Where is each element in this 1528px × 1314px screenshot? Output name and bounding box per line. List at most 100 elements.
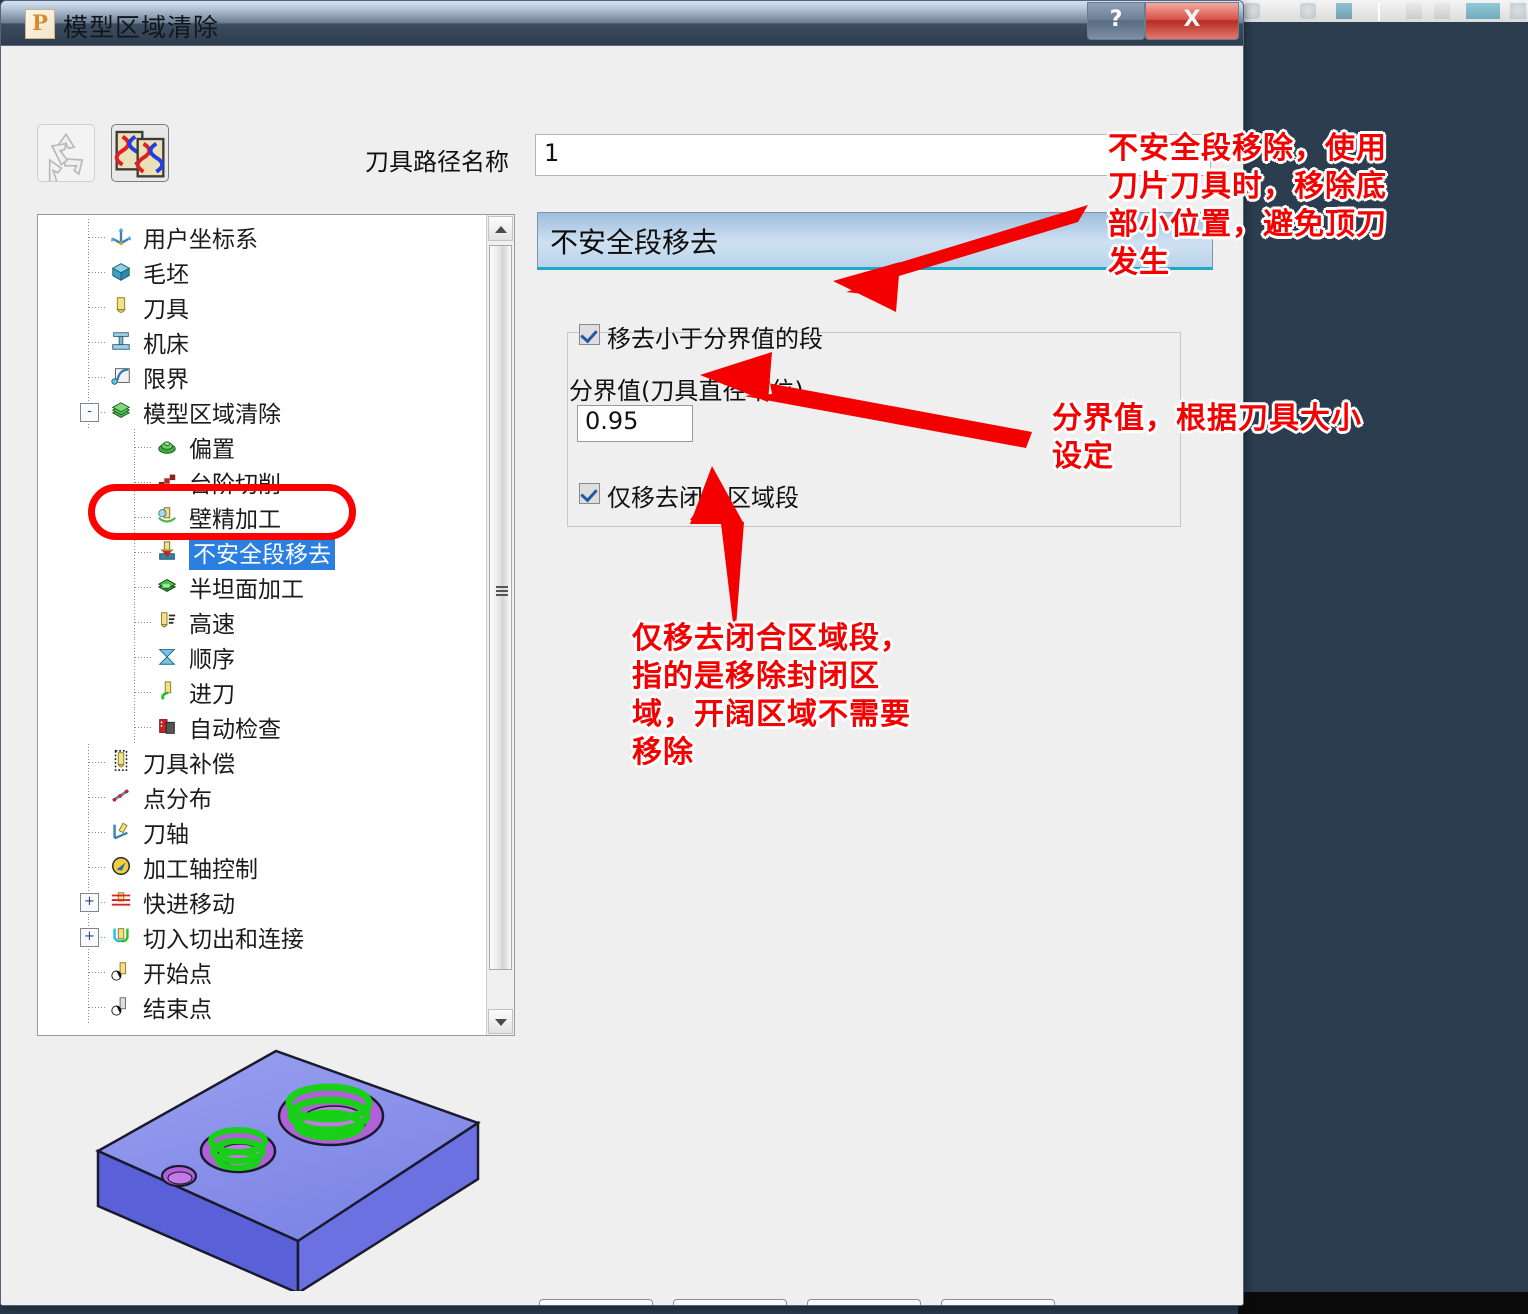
model-area-clearance-dialog: P 模型区域清除 ? X 刀具路径名称 1 用户坐标系 毛坯 刀具 机床 限界 … (0, 0, 1244, 1306)
tree-item-10[interactable]: 半坦面加工 (38, 569, 490, 604)
tree-branch-line (89, 971, 107, 973)
expand-icon[interactable]: + (80, 892, 99, 912)
recycle-icon[interactable] (37, 124, 95, 185)
scroll-up-arrow-icon[interactable] (488, 216, 513, 241)
tree-item-label: 点分布 (143, 786, 212, 813)
toolbar-icon-5[interactable] (1434, 3, 1450, 19)
tree-item-0[interactable]: 用户坐标系 (38, 219, 490, 254)
tree-item-1[interactable]: 毛坯 (38, 254, 490, 289)
tree-scrollbar[interactable] (486, 215, 514, 1035)
point-distribution-icon (108, 785, 136, 809)
highlight-box-unsafe-segment (88, 484, 356, 540)
limit-icon (108, 365, 136, 389)
tree-item-12[interactable]: 顺序 (38, 639, 490, 674)
remove-below-threshold-label: 移去小于分界值的段 (607, 325, 823, 353)
toolbar-icon-4[interactable] (1406, 3, 1422, 19)
tree-item-label: 结束点 (143, 996, 212, 1023)
tree-item-2[interactable]: 刀具 (38, 289, 490, 324)
scrollbar-thumb[interactable] (489, 245, 512, 970)
toolbar-separator (1378, 3, 1380, 21)
tree-item-11[interactable]: 高速 (38, 604, 490, 639)
page-header-title: 不安全段移去 (550, 226, 719, 259)
start-point-icon (108, 960, 136, 984)
app-toolbar (1238, 0, 1528, 23)
tree-item-label: 自动检查 (189, 716, 281, 743)
end-point-icon (108, 995, 136, 1019)
toolbar-icon-6[interactable] (1466, 3, 1500, 19)
tool-axis-icon (108, 820, 136, 844)
close-button[interactable]: X (1145, 2, 1239, 40)
toolbar-icon-1[interactable] (1244, 3, 1260, 19)
collapse-icon[interactable]: - (80, 402, 99, 422)
tree-branch-line (89, 796, 107, 798)
unsafe-segment-icon (154, 540, 182, 564)
tree-item-6[interactable]: 偏置 (38, 429, 490, 464)
tree-branch-line (135, 586, 153, 588)
tree-item-5[interactable]: - 模型区域清除 (38, 394, 490, 429)
tree-branch-line (89, 376, 107, 378)
toolbar-icon-3[interactable] (1336, 3, 1352, 19)
toolpath-strategies-glyph (114, 130, 165, 178)
tree-item-label: 开始点 (143, 961, 212, 988)
expand-icon[interactable]: + (80, 927, 99, 947)
tree-item-20[interactable]: + 切入切出和连接 (38, 919, 490, 954)
queue-button[interactable]: 队列 (673, 1299, 787, 1305)
threshold-input[interactable]: 0.95 (577, 405, 693, 442)
tree-item-label: 快进移动 (143, 891, 235, 918)
scroll-down-arrow-icon[interactable] (488, 1009, 513, 1034)
tree-item-14[interactable]: 自动检查 (38, 709, 490, 744)
tree-item-15[interactable]: 刀具补偿 (38, 744, 490, 779)
tree-item-label: 刀具 (143, 296, 189, 323)
recycle-icon-glyph (48, 132, 84, 185)
cancel-button[interactable]: 取消 (941, 1299, 1055, 1305)
annotation-top-right: 不安全段移除，使用刀片刀具时，移除底部小位置，避免顶刀发生 (1108, 131, 1387, 280)
remove-closed-areas-checkbox[interactable] (579, 483, 600, 504)
settings-tree: 用户坐标系 毛坯 刀具 机床 限界 - 模型区域清除 偏置 台阶切削 壁精加工 不安全段移去 半坦面加… (38, 215, 490, 1024)
scrollbar-grip-icon (496, 586, 508, 597)
flat-machining-icon (154, 575, 182, 599)
tree-item-4[interactable]: 限界 (38, 359, 490, 394)
tree-item-3[interactable]: 机床 (38, 324, 490, 359)
tree-branch-line (89, 306, 107, 308)
tree-item-22[interactable]: 结束点 (38, 989, 490, 1024)
tree-item-19[interactable]: + 快进移动 (38, 884, 490, 919)
auto-check-icon (154, 715, 182, 739)
settings-tree-panel[interactable]: 用户坐标系 毛坯 刀具 机床 限界 - 模型区域清除 偏置 台阶切削 壁精加工 不安全段移去 半坦面加… (37, 214, 515, 1036)
toolpath-strategies-icon[interactable] (111, 124, 169, 182)
tree-item-label: 进刀 (189, 681, 235, 708)
remove-below-threshold-checkbox[interactable] (579, 324, 600, 345)
tree-item-label: 模型区域清除 (143, 401, 281, 428)
toolbar-icon-7[interactable] (1510, 3, 1526, 19)
tree-item-label: 限界 (143, 366, 189, 393)
tree-item-21[interactable]: 开始点 (38, 954, 490, 989)
machine-axis-control-icon (108, 855, 136, 879)
tree-item-18[interactable]: 加工轴控制 (38, 849, 490, 884)
offset-icon (154, 435, 182, 459)
tree-branch-line (89, 271, 107, 273)
calculate-button[interactable]: 计算 (539, 1299, 653, 1305)
app-status-strip (1238, 1292, 1528, 1314)
tree-branch-line (135, 551, 153, 553)
order-icon (154, 645, 182, 669)
high-speed-icon (154, 610, 182, 634)
tree-branch-line (89, 761, 107, 763)
toolbar-icon-2[interactable] (1300, 3, 1316, 19)
tree-item-label: 刀轴 (143, 821, 189, 848)
plunge-icon (154, 680, 182, 704)
tree-branch-line (89, 236, 107, 238)
tree-item-label: 切入切出和连接 (143, 926, 304, 953)
tree-branch-line (89, 831, 107, 833)
tree-item-label: 刀具补偿 (143, 751, 235, 778)
tree-item-16[interactable]: 点分布 (38, 779, 490, 814)
tree-item-17[interactable]: 刀轴 (38, 814, 490, 849)
tree-branch-line (135, 656, 153, 658)
help-button[interactable]: ? (1087, 2, 1145, 40)
dialog-titlebar[interactable]: P 模型区域清除 ? X (1, 1, 1243, 46)
powermill-app-icon: P (25, 9, 55, 39)
accept-button[interactable]: 接受 (807, 1299, 921, 1305)
3d-part-preview (95, 1049, 481, 1291)
area-clearance-icon (108, 400, 136, 424)
tree-branch-line (135, 726, 153, 728)
tree-item-13[interactable]: 进刀 (38, 674, 490, 709)
tree-branch-line (135, 691, 153, 693)
